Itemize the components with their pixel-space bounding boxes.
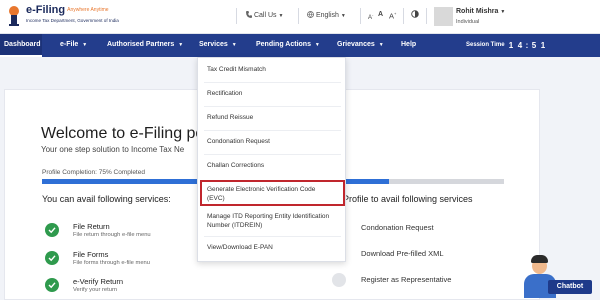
service-desc: File forms through e-file menu (73, 260, 151, 266)
menu-item-label: Generate Electronic Verification Code (207, 186, 316, 193)
font-decrease-button[interactable]: A- (368, 12, 373, 21)
nav-efile[interactable]: e-File ▼ (60, 41, 87, 48)
nav-help[interactable]: Help (401, 41, 416, 48)
menu-divider (204, 82, 341, 83)
chatbot-avatar-hair (531, 255, 548, 263)
menu-item-rectification[interactable]: Rectification (207, 89, 242, 98)
efiling-logo[interactable]: e-Filing Anywhere Anytime Income Tax Depa… (6, 4, 156, 30)
menu-item-manage-itdrein-line2[interactable]: Number (ITDREIN) (207, 221, 262, 230)
session-time-label: Session Time (466, 42, 505, 48)
menu-item-condonation-request[interactable]: Condonation Request (207, 137, 270, 146)
contrast-toggle[interactable] (411, 10, 419, 20)
avatar[interactable] (434, 7, 453, 26)
timer-digit: 5 (531, 41, 537, 50)
avail-more-services-heading: Profile to avail following services (343, 194, 473, 204)
service-desc: File return through e-file menu (73, 232, 151, 238)
avail-services-heading: You can avail following services: (42, 194, 171, 204)
services-dropdown-menu: Tax Credit Mismatch Rectification Refund… (197, 57, 346, 262)
service-title: Download Pre-filled XML (361, 249, 444, 258)
brand-name: e-Filing Anywhere Anytime (26, 4, 109, 16)
header-divider (403, 8, 404, 24)
timer-digit: 1 (508, 41, 514, 50)
font-increase-button[interactable]: A+ (389, 11, 396, 21)
welcome-heading: Welcome to e-Filing po (41, 125, 205, 142)
menu-item-challan-corrections[interactable]: Challan Corrections (207, 161, 264, 170)
service-title: e-Verify Return (73, 277, 124, 286)
menu-divider (204, 236, 341, 237)
nav-dashboard[interactable]: Dashboard (4, 41, 41, 48)
call-us-menu[interactable]: Call Us ▼ (246, 11, 283, 19)
phone-icon (246, 11, 252, 18)
menu-item-refund-reissue[interactable]: Refund Reissue (207, 113, 253, 122)
menu-divider (204, 130, 341, 131)
menu-item-tax-credit-mismatch[interactable]: Tax Credit Mismatch (207, 65, 266, 74)
timer-separator: : (525, 41, 529, 50)
nav-pending-actions[interactable]: Pending Actions ▼ (256, 41, 320, 48)
menu-item-generate-evc[interactable]: Generate Electronic Verification Code (E… (200, 180, 345, 206)
timer-digit: 4 (517, 41, 523, 50)
font-normal-button[interactable]: A (378, 11, 383, 18)
nav-authorised-partners[interactable]: Authorised Partners ▼ (107, 41, 183, 48)
menu-divider (204, 154, 341, 155)
header-divider (360, 8, 361, 24)
chatbot-widget[interactable]: Chatbot (518, 252, 600, 300)
service-title: File Forms (73, 250, 109, 259)
check-circle-icon (45, 278, 59, 292)
globe-icon (307, 11, 314, 19)
header-divider (298, 8, 299, 24)
menu-item-manage-itdrein[interactable]: Manage ITD Reporting Entity Identificati… (207, 212, 329, 221)
check-circle-icon (45, 251, 59, 265)
menu-divider (204, 106, 341, 107)
profile-completion-text: Profile Completion: 75% Completed (42, 169, 145, 176)
header-divider (426, 8, 427, 24)
nav-grievances[interactable]: Grievances ▼ (337, 41, 384, 48)
user-role: Individual (456, 19, 480, 25)
top-header: e-Filing Anywhere Anytime Income Tax Depa… (0, 0, 600, 34)
service-title: File Return (73, 222, 110, 231)
user-name-menu[interactable]: Rohit Mishra ▼ (456, 8, 505, 15)
main-nav: Dashboard e-File ▼ Authorised Partners ▼… (0, 34, 600, 57)
header-divider (236, 8, 237, 24)
check-circle-icon (45, 223, 59, 237)
nav-services[interactable]: Services ▼ (199, 41, 237, 48)
language-selector[interactable]: English ▼ (307, 11, 346, 19)
emblem-icon (9, 6, 19, 26)
menu-item-label: (EVC) (207, 195, 225, 202)
welcome-tagline: Your one step solution to Income Tax Ne (41, 145, 185, 154)
timer-digit: 1 (540, 41, 546, 50)
service-title: Register as Representative (361, 275, 452, 284)
session-timer: 1 4 : 5 1 (507, 40, 547, 51)
brand-subtitle: Income Tax Department, Government of Ind… (26, 18, 119, 23)
contrast-icon (411, 10, 419, 18)
service-title: Condonation Request (361, 223, 434, 232)
chatbot-button[interactable]: Chatbot (548, 280, 592, 294)
locked-circle-icon (332, 273, 346, 287)
menu-item-view-download-epan[interactable]: View/Download E-PAN (207, 243, 273, 252)
service-desc: Verify your return (73, 287, 118, 293)
